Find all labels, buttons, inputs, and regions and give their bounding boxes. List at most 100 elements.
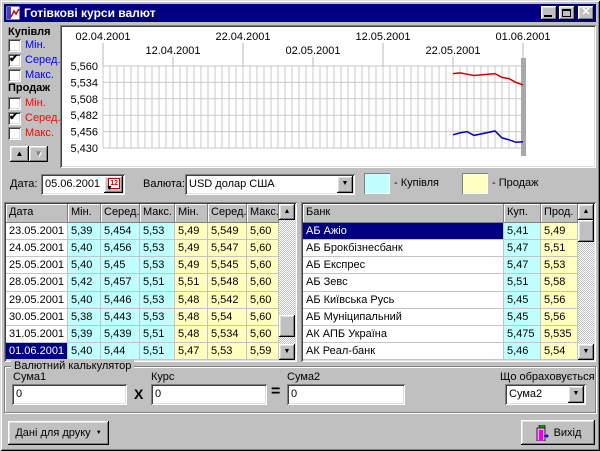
scroll-up-icon[interactable]: ▲ [279,204,295,220]
table-cell[interactable]: 5,45 [504,309,541,326]
table-cell[interactable]: 5,51 [504,274,541,291]
rates-row[interactable]: 30.05.20015,385,4435,535,485,545,60 [6,309,279,326]
table-cell[interactable]: 5,60 [247,292,279,309]
rates-row[interactable]: 25.05.20015,405,455,535,495,5455,60 [6,257,279,274]
rates-row[interactable]: 01.06.20015,405,445,515,475,535,59 [6,343,279,360]
table-cell[interactable]: 5,53 [140,223,175,240]
table-cell[interactable]: 5,547 [208,240,247,257]
table-cell[interactable]: 5,53 [140,257,175,274]
table-cell[interactable]: 5,39 [68,223,101,240]
rate-input[interactable]: 0 [151,384,267,405]
table-cell[interactable]: 5,53 [140,309,175,326]
chart-scroll-down-button[interactable]: ▼ [29,146,48,162]
sell-avg-checkbox[interactable]: Серед. [8,111,61,125]
rates-row[interactable]: 23.05.20015,395,4545,535,495,5495,60 [6,223,279,240]
table-cell[interactable]: 5,48 [175,326,208,343]
table-cell[interactable]: 5,49 [175,240,208,257]
rates-row[interactable]: 29.05.20015,405,4465,535,485,5425,60 [6,292,279,309]
table-cell[interactable]: 29.05.2001 [6,292,68,309]
table-cell[interactable]: 5,47 [504,257,541,274]
minimize-button[interactable] [541,6,557,20]
table-cell[interactable]: АБ Зевс [303,274,504,291]
bank-row[interactable]: АК Реал-банк5,465,54 [303,343,578,360]
table-cell[interactable]: 5,60 [247,274,279,291]
table-cell[interactable]: АБ Муніципальний [303,309,504,326]
table-cell[interactable]: АК Реал-банк [303,343,504,360]
table-cell[interactable]: 5,54 [541,343,578,360]
banks-scrollbar[interactable]: ▲ ▼ [578,204,594,360]
table-cell[interactable]: АБ Київська Русь [303,292,504,309]
table-cell[interactable]: 5,54 [208,309,247,326]
table-cell[interactable]: 5,56 [541,309,578,326]
table-cell[interactable]: 24.05.2001 [6,240,68,257]
table-cell[interactable]: 5,49 [541,223,578,240]
table-cell[interactable]: 5,40 [68,240,101,257]
table-cell[interactable]: 5,60 [247,326,279,343]
rates-row[interactable]: 28.05.20015,425,4575,515,515,5485,60 [6,274,279,291]
buy-avg-checkbox[interactable]: Серед. [8,53,61,67]
table-cell[interactable]: 5,51 [140,326,175,343]
table-cell[interactable]: 5,40 [68,343,101,360]
table-cell[interactable]: 30.05.2001 [6,309,68,326]
table-cell[interactable]: 5,60 [247,309,279,326]
table-cell[interactable]: 5,60 [247,240,279,257]
table-cell[interactable]: 5,47 [504,240,541,257]
table-cell[interactable]: 23.05.2001 [6,223,68,240]
table-cell[interactable]: 5,51 [541,240,578,257]
table-cell[interactable]: АБ Ажіо [303,223,504,240]
scroll-down-icon[interactable]: ▼ [279,344,295,360]
rates-scrollbar[interactable]: ▲ ▼ [279,204,295,360]
table-cell[interactable]: АБ Експрес [303,257,504,274]
table-cell[interactable]: 5,58 [541,274,578,291]
table-cell[interactable]: АБ Брокбізнесбанк [303,240,504,257]
rates-row[interactable]: 24.05.20015,405,4565,535,495,5475,60 [6,240,279,257]
table-cell[interactable]: АК АПБ Україна [303,326,504,343]
table-cell[interactable]: 5,534 [208,326,247,343]
table-cell[interactable]: 5,38 [68,309,101,326]
table-cell[interactable]: 5,51 [175,274,208,291]
currency-select[interactable]: USD долар США ▼ [185,174,355,195]
table-cell[interactable]: 5,41 [504,223,541,240]
maximize-button[interactable] [559,6,575,20]
sum1-input[interactable]: 0 [12,384,127,405]
table-cell[interactable]: 5,548 [208,274,247,291]
table-cell[interactable]: 28.05.2001 [6,274,68,291]
table-cell[interactable]: 5,60 [247,223,279,240]
table-cell[interactable]: 5,40 [68,257,101,274]
table-cell[interactable]: 5,49 [175,257,208,274]
scrollbar-thumb[interactable] [578,220,594,242]
table-cell[interactable]: 5,59 [247,343,279,360]
buy-max-checkbox[interactable]: Макс. [8,68,54,82]
table-cell[interactable]: 5,53 [208,343,247,360]
close-button[interactable]: ✕ [578,6,594,20]
table-cell[interactable]: 5,545 [208,257,247,274]
bank-row[interactable]: АБ Брокбізнесбанк5,475,51 [303,240,578,257]
table-cell[interactable]: 5,542 [208,292,247,309]
bank-row[interactable]: АБ Ажіо5,415,49 [303,223,578,240]
sell-min-checkbox[interactable]: Мін. [8,96,46,110]
table-cell[interactable]: 5,549 [208,223,247,240]
table-cell[interactable]: 5,456 [101,240,140,257]
table-cell[interactable]: 5,48 [175,309,208,326]
table-cell[interactable]: 5,443 [101,309,140,326]
table-cell[interactable]: 5,47 [175,343,208,360]
calendar-button[interactable]: 12 ▼ [104,176,123,193]
table-cell[interactable]: 5,439 [101,326,140,343]
table-cell[interactable]: 5,53 [140,292,175,309]
table-cell[interactable]: 5,53 [140,240,175,257]
chevron-down-icon[interactable]: ▼ [568,386,584,403]
scroll-up-icon[interactable]: ▲ [578,204,594,220]
table-cell[interactable]: 5,51 [140,343,175,360]
table-cell[interactable]: 5,446 [101,292,140,309]
table-cell[interactable]: 5,53 [541,257,578,274]
bank-row[interactable]: АК АПБ Україна5,4755,535 [303,326,578,343]
rates-row[interactable]: 31.05.20015,395,4395,515,485,5345,60 [6,326,279,343]
table-cell[interactable]: 5,49 [175,223,208,240]
print-data-button[interactable]: Дані для друку ▼ [8,421,109,445]
table-cell[interactable]: 5,56 [541,292,578,309]
table-cell[interactable]: 5,535 [541,326,578,343]
table-cell[interactable]: 5,51 [140,274,175,291]
table-cell[interactable]: 5,42 [68,274,101,291]
table-cell[interactable]: 5,40 [68,292,101,309]
table-cell[interactable]: 5,475 [504,326,541,343]
